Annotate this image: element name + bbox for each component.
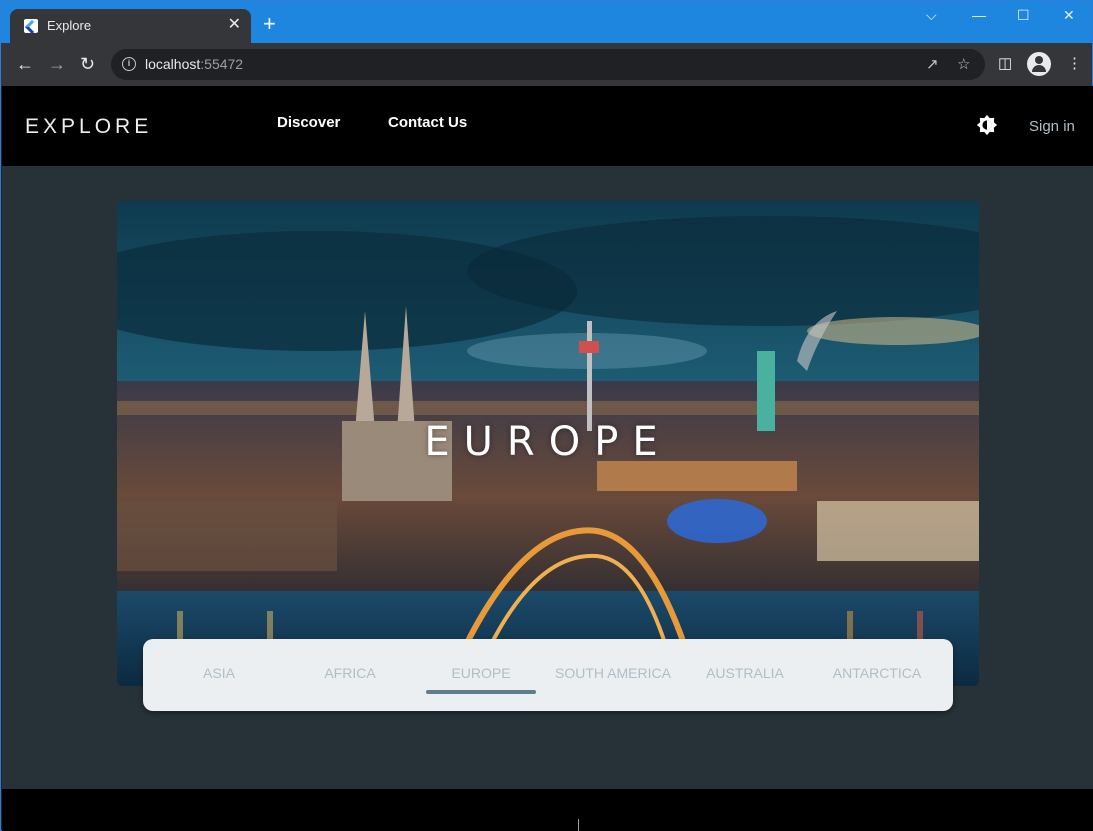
bookmark-star-icon[interactable]: ☆ xyxy=(957,55,970,73)
app-bar: EXPLORE Discover Contact Us Sign in xyxy=(2,86,1093,166)
url-port: :55472 xyxy=(200,56,244,72)
tab-south-america[interactable]: SOUTH AMERICA xyxy=(547,665,679,681)
site-info-icon[interactable]: i xyxy=(122,57,136,71)
reload-icon[interactable]: ↻ xyxy=(80,54,95,74)
tab-asia[interactable]: ASIA xyxy=(153,665,285,681)
url-host: localhost xyxy=(145,56,201,72)
nav-contact-us[interactable]: Contact Us xyxy=(388,114,467,131)
region-tab-bar: ASIA AFRICA EUROPE SOUTH AMERICA AUSTRAL… xyxy=(143,639,953,711)
hero-title: EUROPE xyxy=(424,419,672,465)
url-text: localhost:55472 xyxy=(145,56,243,72)
profile-avatar-icon[interactable] xyxy=(1027,52,1051,76)
side-panel-icon[interactable]: ◫ xyxy=(998,54,1012,72)
tab-europe[interactable]: EUROPE xyxy=(415,665,547,681)
forward-icon[interactable]: → xyxy=(48,54,66,74)
selected-tab-indicator xyxy=(426,690,536,694)
footer xyxy=(2,789,1093,831)
site-logo[interactable]: EXPLORE xyxy=(25,115,152,139)
app-root: EXPLORE Discover Contact Us Sign in EURO… xyxy=(2,86,1093,831)
address-bar[interactable]: i localhost:55472 ↗ ☆ xyxy=(111,49,985,80)
browser-toolbar: ← → ↻ i localhost:55472 ↗ ☆ ◫ ⋮ xyxy=(1,43,1092,86)
tab-strip: Explore ✕ + ⌵ — ☐ ✕ xyxy=(1,1,1092,43)
menu-kebab-icon[interactable]: ⋮ xyxy=(1067,54,1082,72)
tab-search-icon[interactable]: ⌵ xyxy=(926,7,937,24)
minimize-icon[interactable]: — xyxy=(972,7,986,23)
browser-window: Explore ✕ + ⌵ — ☐ ✕ ← → ↻ i localhost:55… xyxy=(0,0,1093,831)
maximize-icon[interactable]: ☐ xyxy=(1017,7,1030,24)
footer-divider xyxy=(578,819,579,831)
tab-close-icon[interactable]: ✕ xyxy=(228,16,241,34)
brightness-icon[interactable] xyxy=(976,114,998,136)
tab-africa[interactable]: AFRICA xyxy=(284,665,416,681)
sign-in-button[interactable]: Sign in xyxy=(1029,118,1075,135)
tab-australia[interactable]: AUSTRALIA xyxy=(679,665,811,681)
tab-antarctica[interactable]: ANTARCTICA xyxy=(811,665,943,681)
nav-discover[interactable]: Discover xyxy=(277,114,340,131)
close-window-icon[interactable]: ✕ xyxy=(1063,7,1075,24)
browser-tab[interactable]: Explore ✕ xyxy=(10,9,251,43)
hero-image-card: EUROPE xyxy=(117,201,979,686)
new-tab-button[interactable]: + xyxy=(263,13,276,35)
flutter-favicon-icon xyxy=(24,19,38,33)
share-icon[interactable]: ↗ xyxy=(926,55,939,73)
tab-title: Explore xyxy=(47,18,92,33)
back-icon[interactable]: ← xyxy=(16,54,34,74)
